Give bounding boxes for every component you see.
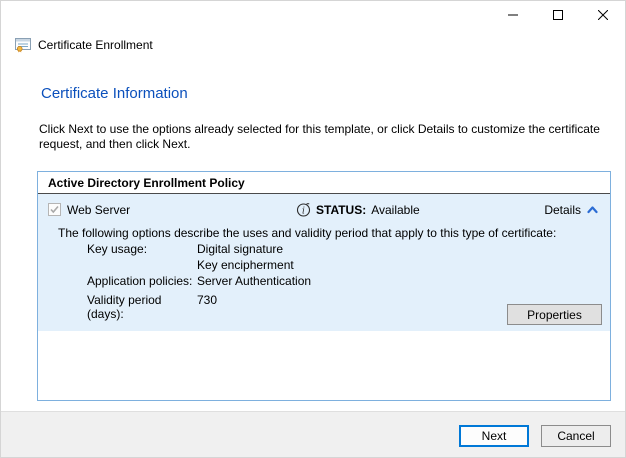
- details-toggle[interactable]: Details: [544, 203, 598, 217]
- info-icon: i: [296, 202, 311, 217]
- option-value: 730: [197, 293, 217, 321]
- footer: Next Cancel: [1, 411, 625, 457]
- option-value: Server Authentication: [197, 274, 311, 288]
- details-label[interactable]: Details: [544, 203, 581, 217]
- status-group: i STATUS: Available: [296, 202, 420, 217]
- chevron-up-icon: [587, 206, 598, 214]
- titlebar: [1, 1, 625, 29]
- template-row: Web Server i STATUS: Available Details: [48, 202, 600, 218]
- close-button[interactable]: [580, 1, 625, 29]
- checkmark-icon: [49, 204, 60, 215]
- window-controls: [490, 1, 625, 29]
- option-label: Application policies:: [87, 274, 197, 288]
- status-label: STATUS:: [316, 203, 366, 217]
- properties-button[interactable]: Properties: [507, 304, 602, 325]
- template-description: The following options describe the uses …: [58, 226, 600, 240]
- app-title: Certificate Enrollment: [38, 38, 153, 52]
- option-value: Key encipherment: [197, 258, 294, 272]
- certificate-enrollment-window: { "window": { "app_title": "Certificate …: [0, 0, 626, 458]
- cancel-button[interactable]: Cancel: [541, 425, 611, 447]
- option-row-key-usage-2: Key encipherment: [87, 258, 294, 272]
- minimize-icon: [508, 10, 518, 20]
- policy-header: Active Directory Enrollment Policy: [38, 172, 610, 194]
- template-name[interactable]: Web Server: [67, 203, 130, 217]
- option-value: Digital signature: [197, 242, 283, 256]
- option-label: [87, 258, 197, 272]
- option-label: Validity period (days):: [87, 293, 197, 321]
- option-row-key-usage: Key usage: Digital signature: [87, 242, 283, 256]
- option-row-validity-period: Validity period (days): 730: [87, 293, 217, 321]
- app-header: Certificate Enrollment: [15, 37, 153, 53]
- page-title: Certificate Information: [41, 85, 188, 102]
- svg-text:i: i: [302, 206, 305, 216]
- maximize-icon: [553, 10, 563, 20]
- certificate-icon: [15, 37, 31, 53]
- template-checkbox[interactable]: [48, 203, 61, 216]
- maximize-button[interactable]: [535, 1, 580, 29]
- option-label: Key usage:: [87, 242, 197, 256]
- status-value: Available: [371, 203, 419, 217]
- intro-text: Click Next to use the options already se…: [39, 122, 611, 152]
- minimize-button[interactable]: [490, 1, 535, 29]
- enrollment-policy-panel: Active Directory Enrollment Policy Web S…: [37, 171, 611, 401]
- close-icon: [598, 10, 608, 20]
- next-button[interactable]: Next: [459, 425, 529, 447]
- option-row-application-policies: Application policies: Server Authenticat…: [87, 274, 311, 288]
